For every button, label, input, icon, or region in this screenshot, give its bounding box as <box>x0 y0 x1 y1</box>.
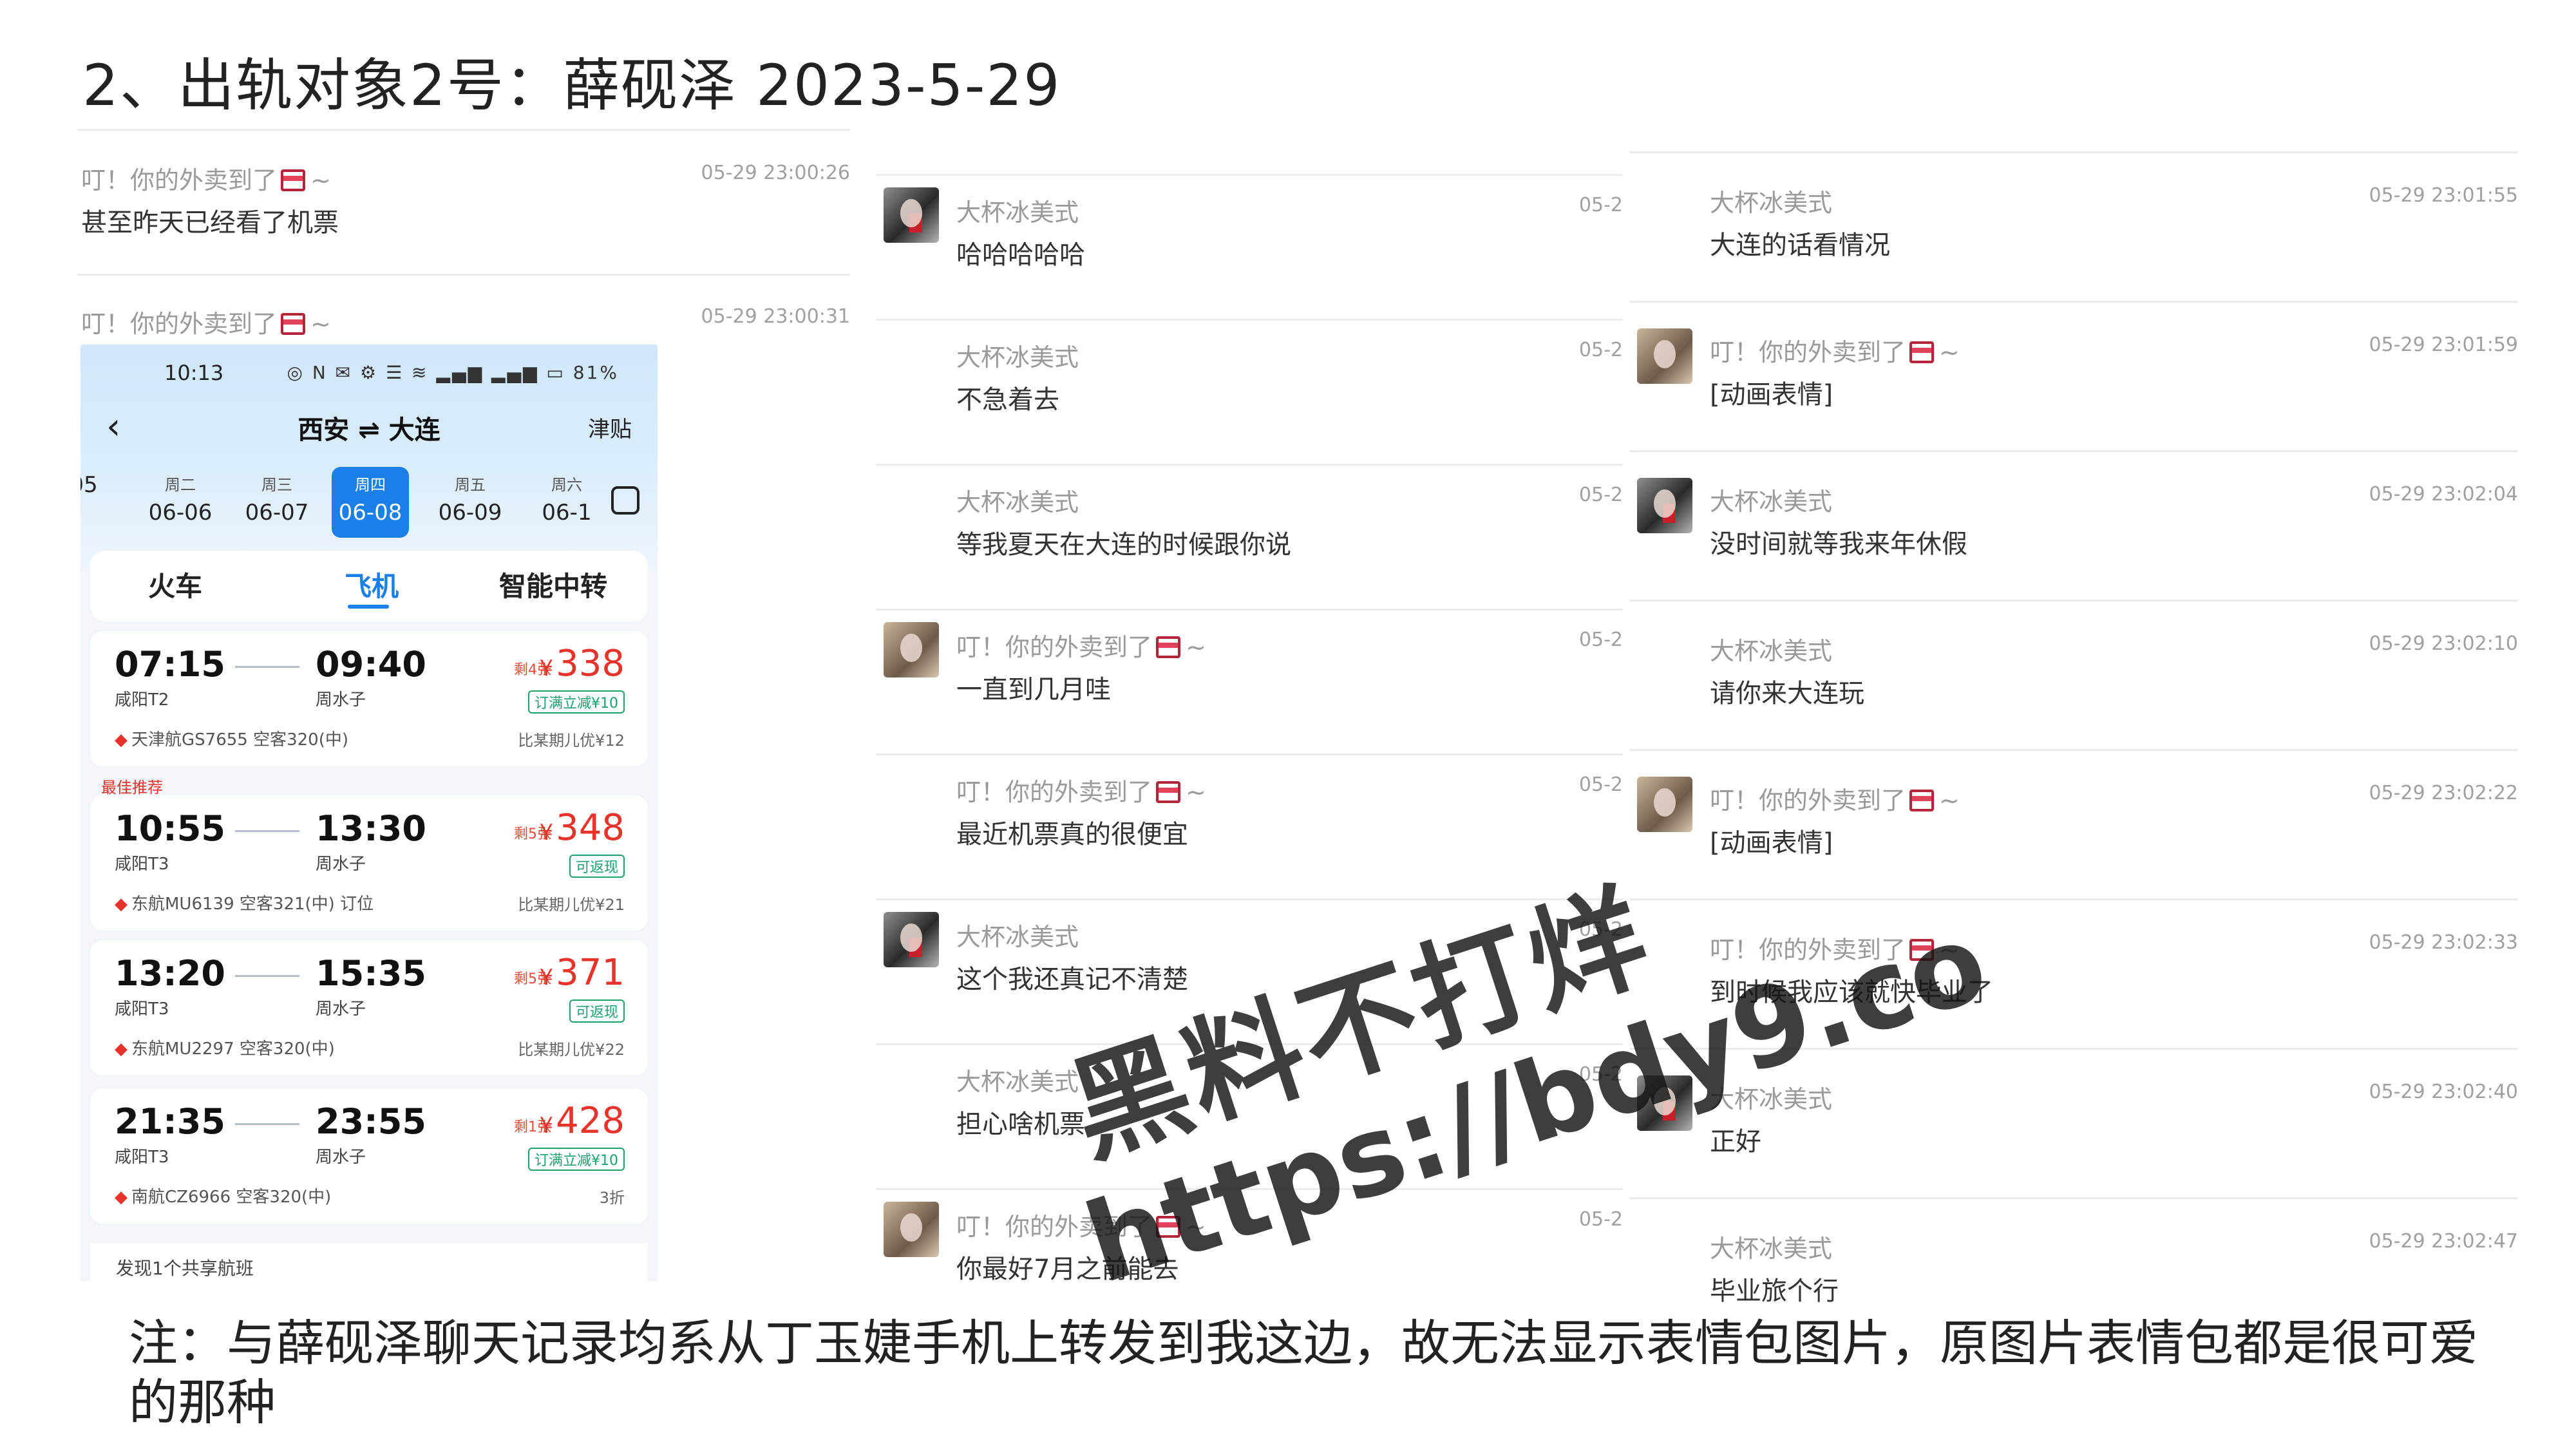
avatar <box>884 622 939 677</box>
sender-name: 叮！你的外卖到了 ~ <box>1710 338 1960 366</box>
calendar-icon[interactable] <box>611 486 639 515</box>
message-time: 05-29 23:02:47 <box>2369 1230 2518 1253</box>
footnote: 注：与薛砚泽聊天记录均系从丁玉婕手机上转发到我这边，故无法显示表情包图片，原图片… <box>129 1314 2478 1431</box>
date-item-selected[interactable]: 周四 06-08 <box>332 467 409 538</box>
date-item[interactable]: 周二 06-06 <box>138 467 222 526</box>
message-text: 担心啥机票 <box>956 1110 1085 1139</box>
date-item[interactable]: 周五 06-09 <box>428 467 512 526</box>
sender-name: 大杯冰美式 <box>1710 637 1833 665</box>
message-text: 等我夏天在大连的时候跟你说 <box>956 530 1291 560</box>
message-time: 05-29 23:02:04 <box>2369 483 2518 506</box>
message-time: 05-2 <box>1578 773 1623 796</box>
avatar <box>1637 328 1692 384</box>
chat-message: 大杯冰美式 05-29 23:02:10 请你来大连玩 <box>1629 600 2518 749</box>
sender-name: 叮！你的外卖到了 ~ <box>956 778 1206 806</box>
date-item[interactable]: 周三 06-07 <box>235 467 319 526</box>
takeaway-bag-icon <box>281 313 306 335</box>
takeaway-bag-icon <box>281 169 306 191</box>
message-time: 05-29 23:00:31 <box>701 305 850 328</box>
flight-search-screenshot: 10:13 ◎ N ✉ ⚙ ☰ ≋ ▂▄▆ ▂▄▆ ▭ 81% ‹ 西安 ⇌ 大… <box>80 345 658 1282</box>
message-text: 大连的话看情况 <box>1710 231 1890 260</box>
route-title: 西安 ⇌ 大连 <box>298 415 440 445</box>
message-time: 05-29 23:02:10 <box>2369 632 2518 655</box>
chat-message: 叮！你的外卖到了 ~ 05-2 一直到几月哇 <box>876 609 1623 753</box>
avatar <box>884 1202 939 1257</box>
message-time: 05-29 23:02:33 <box>2369 931 2518 954</box>
flight-card[interactable]: 21:3523:55 咸阳T3周水子 剩1张428 订满立减¥10 南航CZ69… <box>90 1088 648 1224</box>
message-text: 不急着去 <box>956 385 1059 415</box>
subsidy-link[interactable]: 津贴 <box>588 412 632 443</box>
message-time: 05-29 23:02:22 <box>2369 782 2518 804</box>
message-time: 05-2 <box>1578 629 1623 651</box>
date-strip: 05 周二06-06 周三06-07 周四06-08 周五06-09 周六06-… <box>80 467 612 538</box>
sender-name: 大杯冰美式 <box>1710 1235 1833 1263</box>
chat-message: 叮！你的外卖到了 ~ 05-2 最近机票真的很便宜 <box>876 753 1623 898</box>
tab-flight[interactable]: 飞机 <box>345 565 399 604</box>
sender-name: 大杯冰美式 <box>956 343 1079 372</box>
message-time: 05-29 23:01:59 <box>2369 334 2518 356</box>
message-text: 这个我还真记不清楚 <box>956 965 1188 994</box>
chat-message: 大杯冰美式 05-2 不急着去 <box>876 319 1623 464</box>
chat-message: 大杯冰美式 05-29 23:02:04 没时间就等我来年休假 <box>1629 450 2518 600</box>
message-text: 最近机票真的很便宜 <box>956 820 1188 849</box>
status-icons: ◎ N ✉ ⚙ ☰ ≋ ▂▄▆ ▂▄▆ ▭ 81% <box>287 362 619 383</box>
tab-train[interactable]: 火车 <box>148 565 202 604</box>
sender-name: 大杯冰美式 <box>956 198 1079 227</box>
sender-name: 叮！你的外卖到了 ~ <box>956 633 1206 661</box>
sender-name: 大杯冰美式 <box>1710 488 1833 516</box>
chat-message: 叮！你的外卖到了 ~ 05-29 23:01:59 [动画表情] <box>1629 301 2518 450</box>
message-text: 哈哈哈哈哈 <box>956 240 1085 270</box>
sender-name: 大杯冰美式 <box>956 488 1079 516</box>
takeaway-bag-icon <box>1909 341 1935 363</box>
chat-message: 大杯冰美式 05-29 23:02:47 毕业旅个行 <box>1629 1197 2518 1307</box>
chat-message: 叮！你的外卖到了 ~ 05-29 23:00:26 甚至昨天已经看了机票 <box>77 129 850 270</box>
sender-name: 叮！你的外卖到了 ~ <box>81 166 331 194</box>
status-time: 10:13 <box>164 361 224 385</box>
message-text: 一直到几月哇 <box>956 675 1111 705</box>
message-text: 甚至昨天已经看了机票 <box>81 208 339 238</box>
chat-message: 大杯冰美式 05-2 等我夏天在大连的时候跟你说 <box>876 464 1623 609</box>
date-item[interactable]: 05 <box>80 467 106 498</box>
takeaway-bag-icon <box>1156 781 1181 803</box>
message-time: 05-2 <box>1578 484 1623 506</box>
message-text: 请你来大连玩 <box>1710 679 1864 708</box>
message-time: 05-29 23:01:55 <box>2369 184 2518 207</box>
best-recommend-tag: 最佳推荐 <box>101 779 163 797</box>
message-text: 没时间就等我来年休假 <box>1710 529 1967 559</box>
avatar <box>884 187 939 243</box>
message-text: 正好 <box>1710 1127 1761 1157</box>
avatar <box>1637 478 1692 533</box>
chat-message: 大杯冰美式 05-2 哈哈哈哈哈 <box>876 174 1623 319</box>
flight-card[interactable]: 10:5513:30 咸阳T3周水子 剩5张348 可返现 东航MU6139 空… <box>90 795 648 931</box>
message-time: 05-2 <box>1578 339 1623 361</box>
transport-tabs: 火车 飞机 智能中转 <box>90 551 648 621</box>
flight-card[interactable]: 13:2015:35 咸阳T3周水子 剩5张371 可返现 东航MU2297 空… <box>90 940 648 1075</box>
chat-message: 大杯冰美式 05-29 23:01:55 大连的话看情况 <box>1629 151 2518 301</box>
sender-name: 大杯冰美式 <box>1710 189 1833 217</box>
chat-message: 叮！你的外卖到了 ~ 05-29 23:00:31 <box>77 274 850 351</box>
page-title: 2、出轨对象2号：薛砚泽 2023-5-29 <box>82 52 1061 118</box>
takeaway-bag-icon <box>1156 636 1181 658</box>
date-item[interactable]: 周六 06-1 <box>525 467 609 526</box>
message-time: 05-29 23:02:40 <box>2369 1081 2518 1103</box>
message-time: 05-2 <box>1578 194 1623 216</box>
message-time: 05-2 <box>1578 1208 1623 1231</box>
message-text: 毕业旅个行 <box>1710 1276 1839 1306</box>
avatar <box>1637 777 1692 832</box>
sender-name: 大杯冰美式 <box>956 923 1079 951</box>
tab-underline <box>348 605 389 609</box>
sender-name: 叮！你的外卖到了 ~ <box>81 310 331 338</box>
tab-transfer[interactable]: 智能中转 <box>499 565 607 604</box>
message-text: [动画表情] <box>1710 380 1833 410</box>
avatar <box>884 912 939 967</box>
message-time: 05-29 23:00:26 <box>701 162 850 184</box>
shared-flight-row[interactable]: 发现1个共享航班 <box>90 1243 648 1282</box>
flight-card[interactable]: 07:1509:40 咸阳T2周水子 剩4张338 订满立减¥10 天津航GS7… <box>90 631 648 766</box>
